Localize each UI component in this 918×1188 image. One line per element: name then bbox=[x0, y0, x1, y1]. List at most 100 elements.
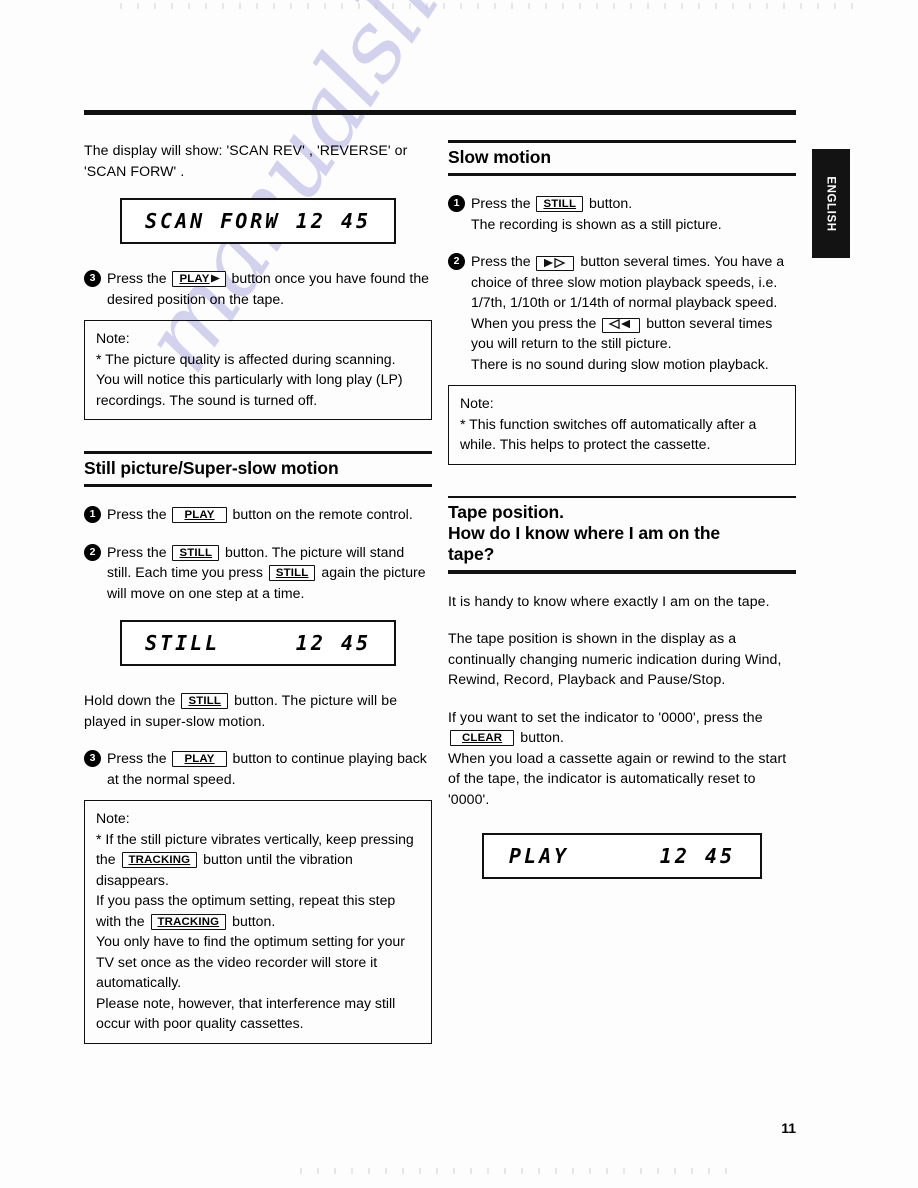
right-column: Slow motion 1 Press the STILL button. Th… bbox=[448, 140, 796, 879]
tape-paragraph-1: It is handy to know where exactly I am o… bbox=[448, 592, 770, 609]
step-slow-2: 2 Press the button several times. You ha… bbox=[448, 251, 796, 374]
section-heading-still-picture: Still picture/Super-slow motion bbox=[84, 451, 432, 487]
tracking-button-key-label: TRACKING bbox=[128, 854, 191, 866]
step-text: Press the PLAY button on the remote cont… bbox=[107, 504, 432, 525]
step-text: Press the STILL button. The picture will… bbox=[107, 542, 432, 604]
still-button-key[interactable]: STILL bbox=[181, 693, 229, 709]
step-slow-1: 1 Press the STILL button. The recording … bbox=[448, 193, 796, 234]
step-number: 2 bbox=[448, 253, 465, 270]
lcd-mode-text: STILL bbox=[145, 631, 221, 655]
still-button-key-label: STILL bbox=[543, 198, 577, 210]
lcd-display-scan-forw: SCAN FORW 12 45 bbox=[120, 198, 396, 244]
note-text-after: button. bbox=[232, 912, 276, 929]
step-text-after: button on the remote control. bbox=[232, 506, 413, 522]
still-button-key[interactable]: STILL bbox=[172, 544, 220, 561]
lcd-mode-text: PLAY bbox=[509, 844, 570, 868]
section-title-line3: tape? bbox=[448, 544, 495, 564]
tape-paragraph-2: The tape position is shown in the displa… bbox=[448, 630, 782, 687]
clear-button-key[interactable]: CLEAR bbox=[450, 730, 515, 746]
step-number: 2 bbox=[84, 543, 101, 561]
play-button-key[interactable]: PLAY bbox=[172, 271, 226, 287]
step-text-before: Press the bbox=[107, 270, 167, 286]
tracking-button-key-label: TRACKING bbox=[157, 915, 220, 928]
still-button-key-2[interactable]: STILL bbox=[268, 565, 316, 581]
still-button-key-label: STILL bbox=[188, 695, 222, 707]
play-button-key[interactable]: PLAY bbox=[172, 507, 227, 523]
section-title: Still picture/Super-slow motion bbox=[84, 457, 339, 478]
page-number: 11 bbox=[781, 1120, 796, 1136]
section-title: Slow motion bbox=[448, 146, 551, 167]
step-text-line2: The recording is shown as a still pictur… bbox=[471, 215, 722, 232]
note-title: Note: bbox=[96, 330, 130, 346]
play-button-key-label: PLAY bbox=[184, 753, 215, 765]
step-text-line-last: There is no sound during slow motion pla… bbox=[471, 355, 769, 372]
hold-text-before: Hold down the bbox=[84, 692, 176, 708]
tracking-up-button-key[interactable]: TRACKING bbox=[150, 913, 227, 930]
step-number: 3 bbox=[84, 750, 101, 767]
note-box-scanning: Note: * The picture quality is affected … bbox=[84, 320, 432, 420]
step-text-before: Press the bbox=[107, 543, 167, 560]
step-text: Press the STILL button. The recording is… bbox=[471, 193, 796, 234]
lcd-counter-text: 12 45 bbox=[659, 844, 735, 868]
note-line-4: Please note, however, that interference … bbox=[96, 994, 396, 1032]
lcd-display-still: STILL 12 45 bbox=[120, 620, 396, 666]
step-text-before: Press the bbox=[471, 253, 531, 269]
tape-paragraph-3: If you want to set the indicator to '000… bbox=[448, 707, 796, 748]
section-title: Tape position. How do I know where I am … bbox=[448, 498, 796, 570]
note-box-slow-motion: Note: * This function switches off autom… bbox=[448, 385, 796, 465]
note-title: Note: bbox=[96, 810, 130, 826]
lcd-counter-text: 12 45 bbox=[295, 209, 371, 233]
slow-reverse-button-key[interactable] bbox=[602, 317, 641, 333]
play-button-key-label: PLAY bbox=[184, 509, 215, 521]
hold-still-paragraph: Hold down the STILL button. The picture … bbox=[84, 690, 432, 731]
tape-text-before: If you want to set the indicator to '000… bbox=[448, 708, 763, 725]
step-text-before: Press the bbox=[471, 195, 531, 211]
slow-forward-button-key[interactable] bbox=[536, 256, 575, 271]
section-heading-tape-position: Tape position. How do I know where I am … bbox=[448, 495, 796, 574]
step-text: Press the PLAY button to continue playin… bbox=[107, 748, 432, 789]
tape-text-after: button. bbox=[520, 729, 565, 745]
step-text: Press the PLAY button once you have foun… bbox=[107, 268, 432, 309]
note-title: Note: bbox=[460, 395, 494, 411]
page-content: The display will show: 'SCAN REV' , 'REV… bbox=[84, 140, 796, 1044]
step-number: 1 bbox=[84, 506, 101, 523]
scan-artifact-top bbox=[120, 3, 858, 9]
step-text-after: button. bbox=[589, 195, 633, 211]
section-title-line1: Tape position. bbox=[448, 502, 564, 522]
note-line-3: You only have to find the optimum settin… bbox=[96, 933, 405, 990]
step-still-1: 1 Press the PLAY button on the remote co… bbox=[84, 504, 432, 525]
manual-page: manualslive.com ENGLISH The display will… bbox=[0, 0, 918, 1188]
step-still-2: 2 Press the STILL button. The picture wi… bbox=[84, 542, 432, 604]
step-text-before: Press the bbox=[107, 750, 167, 766]
step-scan-3: 3 Press the PLAY button once you have fo… bbox=[84, 268, 432, 309]
play-button-key[interactable]: PLAY bbox=[172, 751, 227, 767]
language-tab-label: ENGLISH bbox=[825, 175, 838, 232]
note-line-2: If you pass the optimum setting, repeat … bbox=[96, 890, 422, 931]
step-text: Press the button several times. You have… bbox=[471, 251, 796, 374]
page-top-rule bbox=[84, 110, 796, 115]
step-still-3: 3 Press the PLAY button to continue play… bbox=[84, 748, 432, 789]
step-text-before: Press the bbox=[107, 506, 167, 522]
note-line-1: * If the still picture vibrates vertical… bbox=[96, 829, 422, 891]
lcd-mode-text: SCAN FORW bbox=[145, 209, 281, 233]
note-text: * This function switches off automatical… bbox=[460, 415, 757, 453]
still-button-key[interactable]: STILL bbox=[536, 196, 584, 212]
step-number: 1 bbox=[448, 195, 465, 212]
scan-artifact-bottom bbox=[300, 1168, 738, 1174]
tracking-down-button-key[interactable]: TRACKING bbox=[121, 852, 198, 868]
left-column: The display will show: 'SCAN REV' , 'REV… bbox=[84, 140, 432, 1044]
clear-button-key-label: CLEAR bbox=[462, 732, 503, 744]
still-button-key-label: STILL bbox=[179, 546, 213, 559]
note-text: * The picture quality is affected during… bbox=[96, 350, 403, 408]
language-tab: ENGLISH bbox=[812, 149, 850, 258]
note-box-tracking: Note: * If the still picture vibrates ve… bbox=[84, 800, 432, 1044]
lcd-display-play: PLAY 12 45 bbox=[482, 833, 762, 879]
slow-forward-icon bbox=[544, 257, 567, 268]
slow-reverse-icon bbox=[608, 319, 631, 330]
section-title-line2: How do I know where I am on the bbox=[448, 523, 721, 543]
step-number: 3 bbox=[84, 270, 101, 287]
play-button-key-label: PLAY bbox=[179, 273, 210, 285]
lcd-counter-text: 12 45 bbox=[295, 631, 371, 655]
section-heading-slow-motion: Slow motion bbox=[448, 140, 796, 176]
still-button-key-label: STILL bbox=[275, 567, 309, 579]
